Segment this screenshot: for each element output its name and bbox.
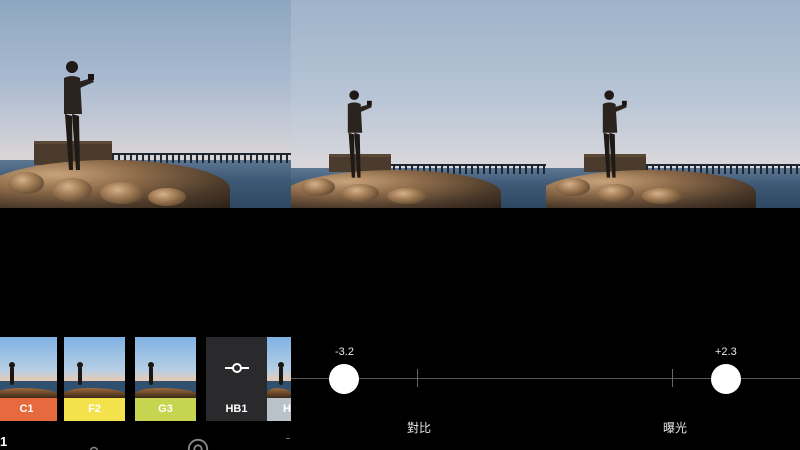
filter-thumbnail xyxy=(0,337,57,398)
bottom-toolbar: 1 xyxy=(0,428,291,450)
slider-adjust-icon xyxy=(225,363,249,373)
filter-label: G3 xyxy=(135,398,196,421)
exposure-value: +2.3 xyxy=(715,346,737,358)
contrast-slider-knob[interactable] xyxy=(329,364,359,394)
person-silhouette xyxy=(64,61,94,170)
exposure-slider-track[interactable] xyxy=(546,378,800,379)
filter-thumbnail xyxy=(135,337,196,398)
photo-preview xyxy=(291,0,546,208)
exposure-panel: +2.3 曝光 xyxy=(546,0,800,450)
person-silhouette xyxy=(602,90,627,178)
contrast-panel: -3.2 對比 xyxy=(291,0,546,450)
contrast-label: 對比 xyxy=(407,421,432,435)
filter-hb1[interactable]: HB1 xyxy=(206,337,267,421)
person-silhouette xyxy=(347,90,372,178)
filter-label: H xyxy=(267,398,291,421)
more-icon[interactable] xyxy=(286,438,290,439)
camera-lens-icon[interactable] xyxy=(186,438,210,450)
adjust-slider-icon[interactable] xyxy=(82,440,106,450)
filter-h-partial[interactable]: H xyxy=(267,337,291,421)
filter-c1[interactable]: C1 xyxy=(0,337,57,421)
exposure-slider-knob[interactable] xyxy=(711,364,741,394)
slider-center-tick xyxy=(672,369,673,387)
filter-f2[interactable]: F2 xyxy=(64,337,125,421)
photo-preview xyxy=(546,0,800,208)
slider-center-tick xyxy=(417,369,418,387)
filter-label: HB1 xyxy=(206,398,267,421)
filter-panel: C1 F2 G3 HB1 H 1 xyxy=(0,0,291,450)
exposure-label: 曝光 xyxy=(663,421,688,435)
filter-label: C1 xyxy=(0,398,57,421)
filter-thumbnail xyxy=(267,337,291,398)
filter-g3[interactable]: G3 xyxy=(135,337,196,421)
filter-label: F2 xyxy=(64,398,125,421)
photo-preview xyxy=(0,0,291,208)
partial-tab-label[interactable]: 1 xyxy=(0,434,7,450)
contrast-value: -3.2 xyxy=(335,346,354,358)
filter-thumbnail xyxy=(64,337,125,398)
